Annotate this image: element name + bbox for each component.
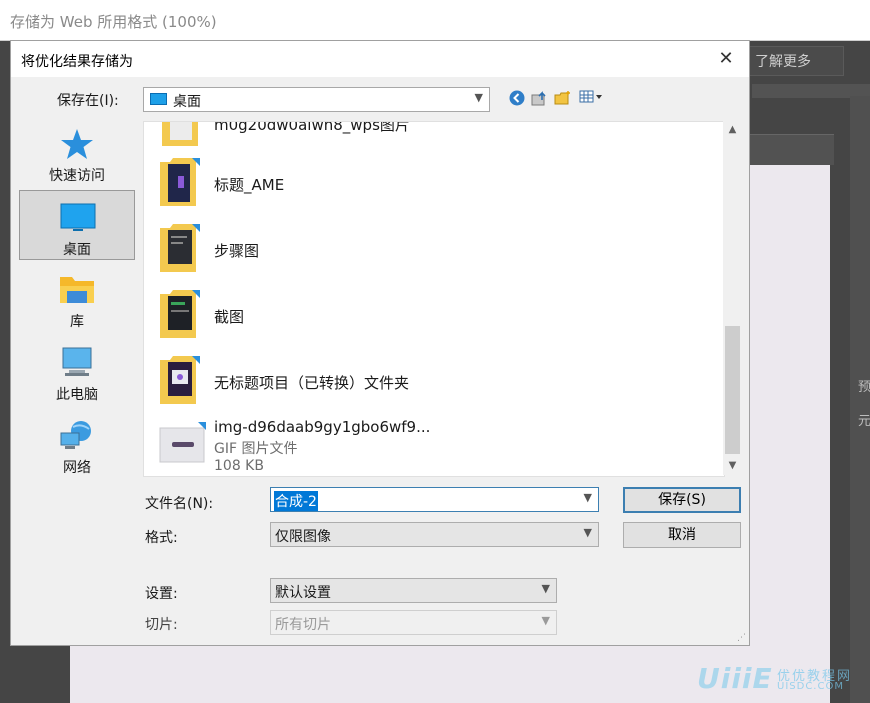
background-right-text-1: 预 — [858, 380, 870, 395]
place-label: 快速访问 — [49, 168, 105, 184]
places-sidebar: 快速访问 桌面 库 此电脑 网络 — [19, 117, 137, 557]
format-label: 格式: — [145, 530, 178, 546]
background-right-panel — [850, 96, 870, 703]
file-list-scrollbar[interactable]: ▲ ▼ — [723, 121, 742, 475]
settings-value: 默认设置 — [275, 585, 331, 601]
place-label: 桌面 — [63, 242, 91, 258]
save-dialog: 将优化结果存储为 ✕ 保存在(I): 桌面 ▼ 快速访问 桌面 库 此电脑 网络… — [10, 40, 750, 646]
watermark-en: UISDC.COM — [777, 681, 844, 692]
filename-value: 合成-2 — [274, 491, 318, 511]
settings-select[interactable]: 默认设置 ▼ — [270, 578, 557, 603]
file-size: 108 KB — [214, 458, 264, 474]
file-kind: GIF 图片文件 — [214, 441, 298, 457]
scroll-thumb[interactable] — [725, 326, 740, 454]
background-window-titlebar: 存储为 Web 所用格式 (100%) — [0, 0, 870, 41]
scroll-down-icon[interactable]: ▼ — [723, 457, 742, 475]
cancel-button[interactable]: 取消 — [623, 522, 741, 548]
list-item[interactable]: 无标题项目（已转换）文件夹 — [144, 350, 722, 416]
place-library[interactable]: 库 — [19, 263, 135, 333]
filename-label: 文件名(N): — [145, 496, 214, 512]
dialog-title: 将优化结果存储为 — [21, 54, 133, 70]
watermark: UiiiE 优优教程网 UISDC.COM — [697, 662, 867, 698]
format-value: 仅限图像 — [275, 529, 331, 545]
dialog-titlebar: 将优化结果存储为 ✕ — [11, 41, 749, 77]
up-folder-icon[interactable] — [531, 90, 549, 108]
star-icon — [59, 127, 95, 159]
settings-label: 设置: — [145, 586, 178, 602]
format-select[interactable]: 仅限图像 ▼ — [270, 522, 599, 547]
close-icon[interactable]: ✕ — [711, 45, 741, 73]
chevron-down-icon: ▼ — [541, 614, 550, 627]
folder-icon — [158, 288, 202, 342]
place-label: 网络 — [63, 460, 91, 476]
back-arrow-icon[interactable] — [508, 90, 526, 108]
file-name: 标题_AME — [214, 176, 285, 194]
place-label: 库 — [70, 314, 84, 330]
location-combo[interactable]: 桌面 ▼ — [143, 87, 490, 112]
chevron-down-icon: ▼ — [541, 582, 550, 595]
folder-icon — [158, 156, 202, 210]
view-menu-icon[interactable] — [578, 90, 608, 108]
place-label: 此电脑 — [56, 387, 98, 403]
file-name: 截图 — [214, 308, 245, 326]
computer-icon — [59, 346, 95, 378]
list-item[interactable]: 截图 — [144, 284, 722, 350]
chevron-down-icon: ▼ — [583, 491, 592, 504]
file-name: img-d96daab9gy1gbo6wf9... — [214, 418, 431, 436]
background-right-text-2: 元 — [858, 414, 870, 429]
resize-grip-icon[interactable]: ⋰ — [737, 633, 747, 643]
chevron-down-icon: ▼ — [583, 526, 592, 539]
list-item[interactable]: 标题_AME — [144, 152, 722, 218]
list-item[interactable]: 步骤图 — [144, 218, 722, 284]
file-list[interactable]: m0g20dw0aiwh8_wps图片 标题_AME 步骤图 截图 无标题项目（… — [143, 121, 725, 477]
new-folder-icon[interactable] — [554, 90, 572, 108]
list-item[interactable]: img-d96daab9gy1gbo6wf9... GIF 图片文件 108 K… — [144, 416, 722, 476]
slices-select: 所有切片 ▼ — [270, 610, 557, 635]
place-quick-access[interactable]: 快速访问 — [19, 117, 135, 187]
desktop-icon — [150, 93, 167, 105]
folder-icon — [158, 122, 202, 150]
image-icon — [158, 422, 206, 476]
filename-input[interactable]: 合成-2 ▼ — [270, 487, 599, 512]
file-name: 无标题项目（已转换）文件夹 — [214, 374, 410, 392]
place-network[interactable]: 网络 — [19, 409, 135, 479]
save-button[interactable]: 保存(S) — [623, 487, 741, 513]
slices-label: 切片: — [145, 617, 178, 633]
network-icon — [59, 419, 95, 451]
watermark-logo: UiiiE — [697, 662, 773, 695]
learn-more-button[interactable]: 了解更多 — [748, 46, 844, 76]
slices-value: 所有切片 — [275, 617, 331, 633]
folder-icon — [158, 222, 202, 276]
desktop-icon — [60, 201, 96, 233]
location-value: 桌面 — [173, 94, 201, 110]
library-icon — [59, 273, 95, 305]
scroll-up-icon[interactable]: ▲ — [723, 121, 742, 139]
folder-icon — [158, 354, 202, 408]
file-name: m0g20dw0aiwh8_wps图片 — [214, 121, 410, 134]
place-desktop[interactable]: 桌面 — [19, 190, 135, 260]
place-this-pc[interactable]: 此电脑 — [19, 336, 135, 406]
file-name: 步骤图 — [214, 242, 260, 260]
background-window-title: 存储为 Web 所用格式 (100%) — [10, 13, 217, 31]
location-label: 保存在(I): — [57, 93, 119, 109]
chevron-down-icon: ▼ — [474, 91, 483, 104]
